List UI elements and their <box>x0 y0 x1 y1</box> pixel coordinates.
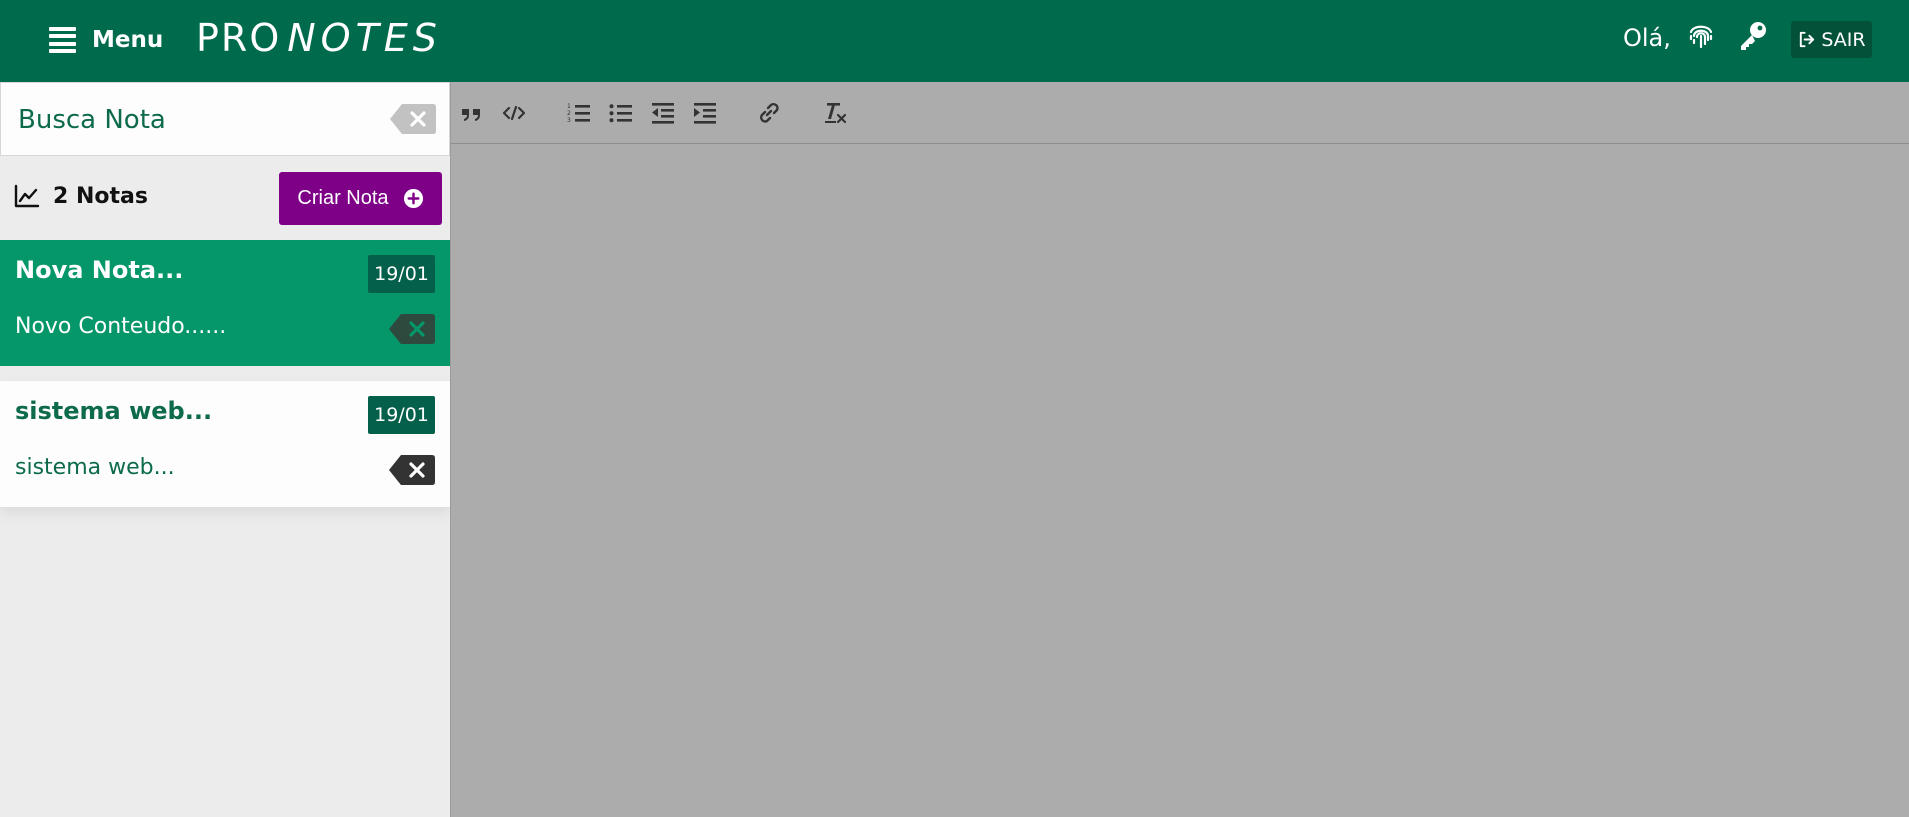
hamburger-icon <box>49 27 76 53</box>
svg-text:1: 1 <box>567 103 571 110</box>
search-box <box>0 82 450 156</box>
blockquote-icon[interactable] <box>459 100 485 126</box>
notes-count: 2 Notas <box>14 178 148 214</box>
chart-line-icon <box>14 184 40 208</box>
search-input[interactable] <box>16 99 380 141</box>
key-icon[interactable] <box>1737 20 1769 52</box>
greeting-text: Olá, <box>1623 24 1671 52</box>
outdent-icon[interactable] <box>650 100 676 126</box>
bullet-list-icon[interactable] <box>608 100 634 126</box>
note-date-badge: 19/01 <box>368 255 435 293</box>
plus-circle-icon <box>403 188 423 209</box>
create-note-label: Criar Nota <box>297 187 389 209</box>
logout-label: SAIR <box>1821 28 1866 51</box>
note-preview: sistema web... <box>15 455 175 480</box>
top-bar: Menu PRO NOTES Olá, SAIR <box>0 0 1909 82</box>
note-title: sistema web... <box>15 397 213 425</box>
note-title: Nova Nota... <box>15 256 184 284</box>
editor-toolbar: 123 <box>451 82 1909 144</box>
note-editor[interactable]: 123 <box>450 82 1909 817</box>
note-preview: Novo Conteudo...... <box>15 314 227 339</box>
note-date-badge: 19/01 <box>368 396 435 434</box>
clear-format-icon[interactable] <box>822 100 848 126</box>
notes-count-label: 2 Notas <box>53 183 148 209</box>
code-icon[interactable] <box>501 100 527 126</box>
ordered-list-icon[interactable]: 123 <box>566 100 592 126</box>
note-item[interactable]: Nova Nota... 19/01 Novo Conteudo...... <box>0 240 450 366</box>
logout-button[interactable]: SAIR <box>1791 21 1872 58</box>
menu-label: Menu <box>92 27 164 53</box>
note-item[interactable]: sistema web... 19/01 sistema web... <box>0 381 450 507</box>
notes-sidebar: 2 Notas Criar Nota Nova Nota... 19/01 No… <box>0 82 450 817</box>
indent-icon[interactable] <box>692 100 718 126</box>
logo-text-notes: NOTES <box>287 16 442 60</box>
app-logo: PRO NOTES <box>196 16 442 60</box>
delete-note-icon[interactable] <box>389 455 435 485</box>
menu-button[interactable]: Menu <box>49 22 163 58</box>
link-icon[interactable] <box>756 100 782 126</box>
svg-text:3: 3 <box>567 117 571 124</box>
delete-note-icon[interactable] <box>389 314 435 344</box>
create-note-button[interactable]: Criar Nota <box>279 172 442 225</box>
fingerprint-icon[interactable] <box>1685 20 1717 52</box>
clear-search-icon[interactable] <box>390 104 436 134</box>
svg-text:2: 2 <box>567 110 571 117</box>
logo-text-pro: PRO <box>196 16 282 60</box>
logout-icon <box>1800 31 1815 48</box>
